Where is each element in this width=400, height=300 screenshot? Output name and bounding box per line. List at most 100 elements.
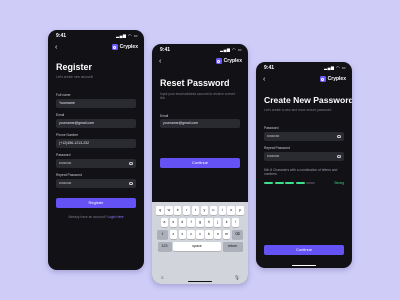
key-u[interactable]: u bbox=[209, 206, 218, 215]
microphone-icon[interactable]: 🎙 bbox=[234, 275, 240, 281]
page-title: Reset Password bbox=[160, 78, 230, 88]
key-n[interactable]: n bbox=[214, 230, 222, 239]
status-icons: ▂▄▆ ◠ ▭ bbox=[324, 65, 346, 70]
email-field[interactable]: yourname@gmail.com bbox=[160, 119, 240, 128]
key-a[interactable]: a bbox=[160, 218, 169, 227]
key-r[interactable]: r bbox=[182, 206, 191, 215]
cryplex-logo-icon bbox=[319, 76, 326, 82]
key-z[interactable]: z bbox=[169, 230, 178, 239]
eye-icon[interactable] bbox=[337, 155, 341, 158]
eye-icon[interactable] bbox=[337, 135, 341, 138]
eye-icon[interactable] bbox=[129, 182, 133, 185]
register-button[interactable]: Register bbox=[56, 198, 136, 208]
cryplex-logo-icon bbox=[111, 44, 118, 50]
key-f[interactable]: f bbox=[187, 218, 195, 227]
key-h[interactable]: h bbox=[205, 218, 213, 227]
register-screen: 9:41 ▂▄▆ ◠ ▭ ‹ Cryplex Register Let's cr… bbox=[48, 30, 144, 270]
home-indicator bbox=[292, 264, 316, 266]
page-title: Register bbox=[56, 62, 93, 72]
key-m[interactable]: m bbox=[222, 230, 231, 239]
status-time: 9:41 bbox=[56, 33, 67, 39]
keyboard-row: asdfghjkl bbox=[154, 218, 246, 227]
strength-segment bbox=[306, 182, 315, 184]
password-value: •••••••••• bbox=[267, 134, 280, 138]
key-q[interactable]: q bbox=[156, 206, 164, 215]
key-y[interactable]: y bbox=[200, 206, 209, 215]
back-arrow-icon[interactable]: ‹ bbox=[55, 44, 57, 51]
repeat-password-value: •••••••••• bbox=[59, 181, 72, 185]
status-icons: ▂▄▆ ◠ ▭ bbox=[220, 47, 242, 52]
emoji-icon[interactable]: ☺ bbox=[160, 275, 165, 280]
key-s[interactable]: s bbox=[169, 218, 178, 227]
key-o[interactable]: o bbox=[227, 206, 235, 215]
strength-meter bbox=[264, 182, 315, 184]
eye-icon[interactable] bbox=[129, 162, 133, 165]
key-e[interactable]: e bbox=[174, 206, 182, 215]
password-hint: Min 8 Characters with a combination of l… bbox=[264, 168, 338, 177]
fullname-field[interactable]: Yourname bbox=[56, 99, 136, 108]
brand-name: Cryplex bbox=[223, 58, 242, 64]
fullname-label: Full name bbox=[56, 93, 71, 97]
strength-label: Strong bbox=[334, 181, 344, 185]
key-space[interactable]: space bbox=[173, 242, 221, 251]
key-i[interactable]: i bbox=[218, 206, 226, 215]
login-prompt: Already have an account? Login Here bbox=[48, 215, 144, 219]
key-v[interactable]: v bbox=[196, 230, 204, 239]
password-field[interactable]: •••••••••• bbox=[264, 132, 344, 141]
key-g[interactable]: g bbox=[196, 218, 204, 227]
key-t[interactable]: t bbox=[191, 206, 200, 215]
phone-label: Phone Number bbox=[56, 133, 79, 137]
continue-button[interactable]: Continue bbox=[160, 158, 240, 168]
key-l[interactable]: l bbox=[231, 218, 240, 227]
create-password-screen: 9:41 ▂▄▆ ◠ ▭ ‹ Cryplex Create New Passwo… bbox=[256, 62, 352, 268]
key-k[interactable]: k bbox=[222, 218, 231, 227]
shift-icon[interactable]: ⇧ bbox=[157, 230, 169, 239]
key-w[interactable]: w bbox=[165, 206, 173, 215]
key-p[interactable]: p bbox=[236, 206, 244, 215]
status-bar: 9:41 ▂▄▆ ◠ ▭ bbox=[152, 44, 248, 56]
brand-name: Cryplex bbox=[327, 76, 346, 82]
keyboard: qwertyuiop asdfghjkl ⇧ z x c v b n m ⌫ 123 space r… bbox=[152, 202, 248, 284]
strength-segment bbox=[285, 182, 294, 184]
keyboard-accessory: ☺ 🎙 bbox=[160, 275, 240, 280]
repeat-password-field[interactable]: •••••••••• bbox=[56, 179, 136, 188]
password-label: Password bbox=[264, 126, 279, 130]
page-subtitle: Let's create a new and more secure passw… bbox=[264, 108, 332, 112]
backspace-icon[interactable]: ⌫ bbox=[231, 230, 243, 239]
strength-segment bbox=[274, 182, 284, 184]
page-subtitle: Let's create new account! bbox=[56, 75, 94, 79]
email-label: Email bbox=[160, 114, 169, 118]
continue-button[interactable]: Continue bbox=[264, 245, 344, 255]
brand: Cryplex bbox=[111, 44, 138, 50]
key-c[interactable]: c bbox=[187, 230, 195, 239]
phone-field[interactable]: (+12)456-1213-232 bbox=[56, 139, 136, 148]
brand: Cryplex bbox=[215, 58, 242, 64]
status-bar: 9:41 ▂▄▆ ◠ ▭ bbox=[256, 62, 352, 74]
key-b[interactable]: b bbox=[205, 230, 213, 239]
status-bar: 9:41 ▂▄▆ ◠ ▭ bbox=[48, 30, 144, 42]
password-field[interactable]: •••••••••• bbox=[56, 159, 136, 168]
key-return[interactable]: return bbox=[222, 242, 243, 251]
back-arrow-icon[interactable]: ‹ bbox=[159, 58, 161, 65]
page-subtitle: Input your email address account to rece… bbox=[160, 92, 235, 101]
reset-password-screen: 9:41 ▂▄▆ ◠ ▭ ‹ Cryplex Reset Password In… bbox=[152, 44, 248, 284]
brand: Cryplex bbox=[319, 76, 346, 82]
status-time: 9:41 bbox=[160, 47, 171, 53]
cryplex-logo-icon bbox=[215, 58, 222, 64]
repeat-password-field[interactable]: •••••••••• bbox=[264, 152, 344, 161]
password-label: Password bbox=[56, 153, 71, 157]
strength-segment bbox=[295, 182, 305, 184]
status-time: 9:41 bbox=[264, 65, 275, 71]
strength-segment bbox=[264, 182, 273, 184]
key-x[interactable]: x bbox=[178, 230, 186, 239]
repeat-password-value: •••••••••• bbox=[267, 154, 280, 158]
key-123[interactable]: 123 bbox=[157, 242, 172, 251]
keyboard-row: qwertyuiop bbox=[154, 206, 246, 215]
status-icons: ▂▄▆ ◠ ▭ bbox=[116, 33, 138, 38]
email-field[interactable]: yourname@gmail.com bbox=[56, 119, 136, 128]
key-d[interactable]: d bbox=[178, 218, 186, 227]
login-link[interactable]: Login Here bbox=[107, 215, 123, 219]
back-arrow-icon[interactable]: ‹ bbox=[263, 76, 265, 83]
home-indicator bbox=[188, 280, 212, 282]
key-j[interactable]: j bbox=[214, 218, 222, 227]
